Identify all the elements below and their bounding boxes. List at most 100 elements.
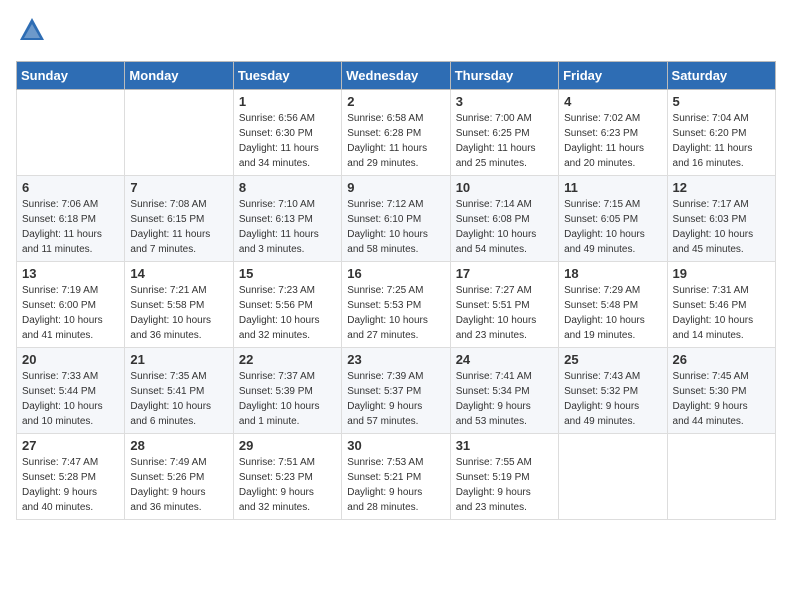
day-info: Sunrise: 7:51 AM Sunset: 5:23 PM Dayligh… [239, 455, 336, 515]
calendar-cell: 14Sunrise: 7:21 AM Sunset: 5:58 PM Dayli… [125, 262, 233, 348]
day-info: Sunrise: 7:33 AM Sunset: 5:44 PM Dayligh… [22, 369, 119, 429]
day-number: 3 [456, 94, 553, 109]
calendar-cell: 26Sunrise: 7:45 AM Sunset: 5:30 PM Dayli… [667, 348, 775, 434]
day-number: 22 [239, 352, 336, 367]
calendar-cell: 25 Sunrise: 7:43 AM Sunset: 5:32 PM Dayli… [559, 348, 667, 434]
calendar-header-row: SundayMondayTuesdayWednesdayThursdayFrid… [17, 62, 776, 90]
header-wednesday: Wednesday [342, 62, 450, 90]
day-number: 8 [239, 180, 336, 195]
calendar-cell [17, 90, 125, 176]
page-header [16, 16, 776, 49]
day-number: 20 [22, 352, 119, 367]
day-info: Sunrise: 7:25 AM Sunset: 5:53 PM Dayligh… [347, 283, 444, 343]
header-monday: Monday [125, 62, 233, 90]
day-number: 13 [22, 266, 119, 281]
day-info: Sunrise: 7:06 AM Sunset: 6:18 PM Dayligh… [22, 197, 119, 257]
day-info: Sunrise: 7:23 AM Sunset: 5:56 PM Dayligh… [239, 283, 336, 343]
day-number: 16 [347, 266, 444, 281]
header-friday: Friday [559, 62, 667, 90]
day-info: Sunrise: 7:43 AM Sunset: 5:32 PM Dayligh… [564, 369, 661, 429]
calendar-cell: 22 Sunrise: 7:37 AM Sunset: 5:39 PM Dayli… [233, 348, 341, 434]
day-info: Sunrise: 6:56 AM Sunset: 6:30 PM Dayligh… [239, 111, 336, 171]
calendar-cell: 17 Sunrise: 7:27 AM Sunset: 5:51 PM Dayli… [450, 262, 558, 348]
day-info: Sunrise: 7:31 AM Sunset: 5:46 PM Dayligh… [673, 283, 770, 343]
day-info: Sunrise: 7:45 AM Sunset: 5:30 PM Dayligh… [673, 369, 770, 429]
calendar-cell: 2 Sunrise: 6:58 AM Sunset: 6:28 PM Daylig… [342, 90, 450, 176]
day-number: 2 [347, 94, 444, 109]
day-info: Sunrise: 7:00 AM Sunset: 6:25 PM Dayligh… [456, 111, 553, 171]
day-number: 30 [347, 438, 444, 453]
day-number: 31 [456, 438, 553, 453]
day-number: 14 [130, 266, 227, 281]
day-info: Sunrise: 6:58 AM Sunset: 6:28 PM Dayligh… [347, 111, 444, 171]
logo-icon [18, 16, 46, 44]
day-number: 29 [239, 438, 336, 453]
header-saturday: Saturday [667, 62, 775, 90]
calendar-cell: 6 Sunrise: 7:06 AM Sunset: 6:18 PM Daylig… [17, 176, 125, 262]
day-info: Sunrise: 7:27 AM Sunset: 5:51 PM Dayligh… [456, 283, 553, 343]
day-number: 18 [564, 266, 661, 281]
week-row-2: 6 Sunrise: 7:06 AM Sunset: 6:18 PM Daylig… [17, 176, 776, 262]
day-info: Sunrise: 7:55 AM Sunset: 5:19 PM Dayligh… [456, 455, 553, 515]
day-info: Sunrise: 7:14 AM Sunset: 6:08 PM Dayligh… [456, 197, 553, 257]
day-number: 28 [130, 438, 227, 453]
calendar-cell: 19 Sunrise: 7:31 AM Sunset: 5:46 PM Dayli… [667, 262, 775, 348]
week-row-5: 27 Sunrise: 7:47 AM Sunset: 5:28 PM Dayli… [17, 434, 776, 520]
calendar-cell: 9Sunrise: 7:12 AM Sunset: 6:10 PM Daylig… [342, 176, 450, 262]
calendar-cell: 4Sunrise: 7:02 AM Sunset: 6:23 PM Daylig… [559, 90, 667, 176]
calendar-cell: 30 Sunrise: 7:53 AM Sunset: 5:21 PM Dayli… [342, 434, 450, 520]
calendar-table: SundayMondayTuesdayWednesdayThursdayFrid… [16, 61, 776, 520]
day-number: 10 [456, 180, 553, 195]
calendar-cell: 7 Sunrise: 7:08 AM Sunset: 6:15 PM Daylig… [125, 176, 233, 262]
calendar-cell: 28 Sunrise: 7:49 AM Sunset: 5:26 PM Dayli… [125, 434, 233, 520]
day-info: Sunrise: 7:15 AM Sunset: 6:05 PM Dayligh… [564, 197, 661, 257]
calendar-cell: 13 Sunrise: 7:19 AM Sunset: 6:00 PM Dayli… [17, 262, 125, 348]
header-sunday: Sunday [17, 62, 125, 90]
day-number: 27 [22, 438, 119, 453]
header-thursday: Thursday [450, 62, 558, 90]
week-row-4: 20 Sunrise: 7:33 AM Sunset: 5:44 PM Dayli… [17, 348, 776, 434]
day-number: 5 [673, 94, 770, 109]
day-info: Sunrise: 7:49 AM Sunset: 5:26 PM Dayligh… [130, 455, 227, 515]
calendar-cell: 24Sunrise: 7:41 AM Sunset: 5:34 PM Dayli… [450, 348, 558, 434]
day-info: Sunrise: 7:29 AM Sunset: 5:48 PM Dayligh… [564, 283, 661, 343]
calendar-cell: 21Sunrise: 7:35 AM Sunset: 5:41 PM Dayli… [125, 348, 233, 434]
calendar-cell: 16 Sunrise: 7:25 AM Sunset: 5:53 PM Dayli… [342, 262, 450, 348]
day-number: 25 [564, 352, 661, 367]
calendar-cell: 11 Sunrise: 7:15 AM Sunset: 6:05 PM Dayli… [559, 176, 667, 262]
calendar-cell: 20 Sunrise: 7:33 AM Sunset: 5:44 PM Dayli… [17, 348, 125, 434]
day-info: Sunrise: 7:47 AM Sunset: 5:28 PM Dayligh… [22, 455, 119, 515]
day-number: 19 [673, 266, 770, 281]
day-info: Sunrise: 7:37 AM Sunset: 5:39 PM Dayligh… [239, 369, 336, 429]
day-info: Sunrise: 7:39 AM Sunset: 5:37 PM Dayligh… [347, 369, 444, 429]
calendar-cell: 1 Sunrise: 6:56 AM Sunset: 6:30 PM Daylig… [233, 90, 341, 176]
calendar-cell: 27 Sunrise: 7:47 AM Sunset: 5:28 PM Dayli… [17, 434, 125, 520]
calendar-cell: 3 Sunrise: 7:00 AM Sunset: 6:25 PM Daylig… [450, 90, 558, 176]
day-number: 21 [130, 352, 227, 367]
day-number: 1 [239, 94, 336, 109]
day-info: Sunrise: 7:04 AM Sunset: 6:20 PM Dayligh… [673, 111, 770, 171]
logo [16, 16, 46, 49]
day-info: Sunrise: 7:10 AM Sunset: 6:13 PM Dayligh… [239, 197, 336, 257]
day-number: 12 [673, 180, 770, 195]
day-info: Sunrise: 7:53 AM Sunset: 5:21 PM Dayligh… [347, 455, 444, 515]
calendar-cell: 18 Sunrise: 7:29 AM Sunset: 5:48 PM Dayli… [559, 262, 667, 348]
calendar-cell [125, 90, 233, 176]
day-info: Sunrise: 7:02 AM Sunset: 6:23 PM Dayligh… [564, 111, 661, 171]
week-row-3: 13 Sunrise: 7:19 AM Sunset: 6:00 PM Dayli… [17, 262, 776, 348]
calendar-cell: 5 Sunrise: 7:04 AM Sunset: 6:20 PM Daylig… [667, 90, 775, 176]
header-tuesday: Tuesday [233, 62, 341, 90]
calendar-cell: 15 Sunrise: 7:23 AM Sunset: 5:56 PM Dayli… [233, 262, 341, 348]
day-number: 6 [22, 180, 119, 195]
day-number: 15 [239, 266, 336, 281]
day-info: Sunrise: 7:19 AM Sunset: 6:00 PM Dayligh… [22, 283, 119, 343]
week-row-1: 1 Sunrise: 6:56 AM Sunset: 6:30 PM Daylig… [17, 90, 776, 176]
day-number: 17 [456, 266, 553, 281]
day-info: Sunrise: 7:08 AM Sunset: 6:15 PM Dayligh… [130, 197, 227, 257]
calendar-cell: 10 Sunrise: 7:14 AM Sunset: 6:08 PM Dayli… [450, 176, 558, 262]
calendar-cell: 12Sunrise: 7:17 AM Sunset: 6:03 PM Dayli… [667, 176, 775, 262]
day-info: Sunrise: 7:41 AM Sunset: 5:34 PM Dayligh… [456, 369, 553, 429]
day-number: 11 [564, 180, 661, 195]
calendar-cell: 29 Sunrise: 7:51 AM Sunset: 5:23 PM Dayli… [233, 434, 341, 520]
day-number: 7 [130, 180, 227, 195]
